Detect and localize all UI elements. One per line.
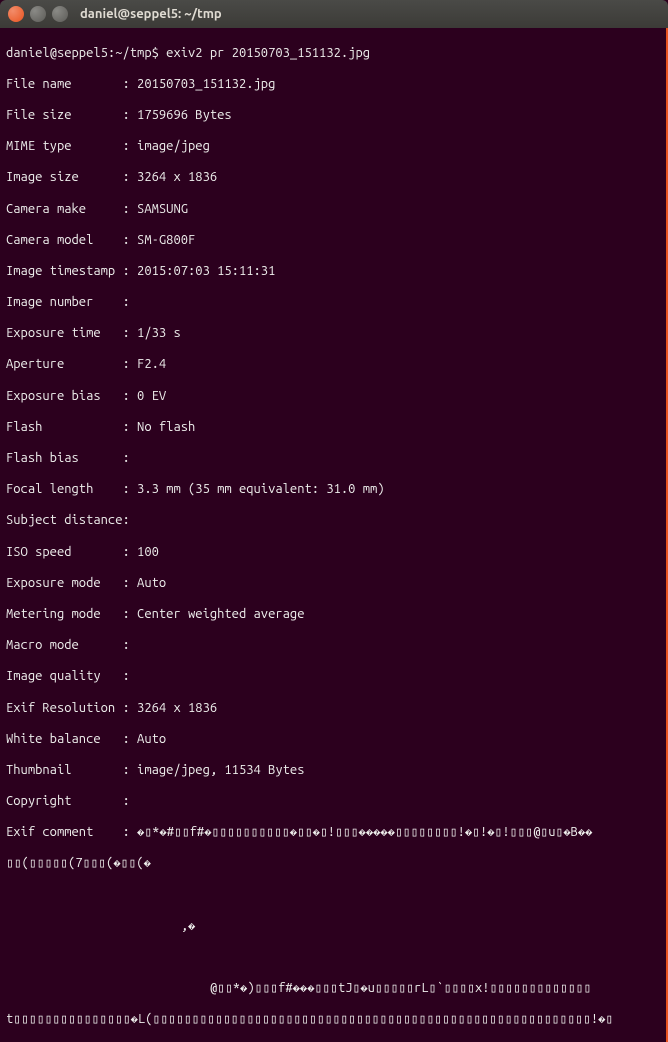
field-label: Exposure time : xyxy=(6,326,137,340)
field-label: Aperture : xyxy=(6,357,137,371)
binary-output: �▯*�#▯▯f#�▯▯▯▯▯▯▯▯▯▯�▯▯�▯!▯▯▯�����▯▯▯▯▯▯… xyxy=(137,825,592,839)
field-label: Camera model : xyxy=(6,233,137,247)
field-label: Image timestamp : xyxy=(6,264,137,278)
field-label: Exif Resolution : xyxy=(6,701,137,715)
field-value: SM-G800F xyxy=(137,233,195,247)
field-label: Image size : xyxy=(6,170,137,184)
binary-output: @▯▯*�)▯▯▯f#���▯▯▯tJ▯�u▯▯▯▯▯rL▯`▯▯▯▯x!▯▯▯… xyxy=(6,981,660,997)
binary-output: ▯▯(▯▯▯▯▯(7▯▯▯(�▯▯(� xyxy=(6,856,660,872)
field-value: Auto xyxy=(137,732,166,746)
binary-output xyxy=(6,888,660,904)
field-value: 0 EV xyxy=(137,389,166,403)
terminal-window: daniel@seppel5: ~/tmp daniel@seppel5:~/t… xyxy=(0,0,668,1042)
field-label: File name : xyxy=(6,77,137,91)
field-label: Thumbnail : xyxy=(6,763,137,777)
field-label: Exposure mode : xyxy=(6,576,137,590)
close-icon[interactable] xyxy=(8,6,24,22)
field-value: 3264 x 1836 xyxy=(137,701,217,715)
field-label: Subject distance: xyxy=(6,513,137,527)
field-label: White balance : xyxy=(6,732,137,746)
field-label: Image number : xyxy=(6,295,137,309)
field-value: Center weighted average xyxy=(137,607,304,621)
field-value: image/jpeg, 11534 Bytes xyxy=(137,763,304,777)
field-label: ISO speed : xyxy=(6,545,137,559)
field-value: 20150703_151132.jpg xyxy=(137,77,275,91)
field-value: 100 xyxy=(137,545,159,559)
field-label: Flash : xyxy=(6,420,137,434)
field-label: Exposure bias : xyxy=(6,389,137,403)
shell-prompt: daniel@seppel5:~/tmp$ xyxy=(6,46,166,60)
window-title: daniel@seppel5: ~/tmp xyxy=(80,7,222,21)
field-label: MIME type : xyxy=(6,139,137,153)
field-value: 3.3 mm (35 mm equivalent: 31.0 mm) xyxy=(137,482,385,496)
binary-output: t▯▯▯▯▯▯▯▯▯▯▯▯▯▯▯�L(▯▯▯▯▯▯▯▯▯▯▯▯▯▯▯▯▯▯▯▯▯… xyxy=(6,1012,660,1028)
field-value: Auto xyxy=(137,576,166,590)
binary-output: ,� xyxy=(6,919,660,935)
field-value: image/jpeg xyxy=(137,139,210,153)
command-text: exiv2 pr 20150703_151132.jpg xyxy=(166,46,370,60)
titlebar[interactable]: daniel@seppel5: ~/tmp xyxy=(0,0,668,28)
field-value: No flash xyxy=(137,420,195,434)
maximize-icon[interactable] xyxy=(52,6,68,22)
binary-output xyxy=(6,950,660,966)
field-label: Exif comment : xyxy=(6,825,137,839)
window-controls xyxy=(8,6,68,22)
terminal-content[interactable]: daniel@seppel5:~/tmp$ exiv2 pr 20150703_… xyxy=(0,28,668,1042)
field-label: Focal length : xyxy=(6,482,137,496)
field-value: F2.4 xyxy=(137,357,166,371)
field-value: 1759696 Bytes xyxy=(137,108,232,122)
field-value: 1/33 s xyxy=(137,326,181,340)
field-label: Camera make : xyxy=(6,202,137,216)
field-label: File size : xyxy=(6,108,137,122)
minimize-icon[interactable] xyxy=(30,6,46,22)
field-label: Image quality : xyxy=(6,669,137,683)
field-value: SAMSUNG xyxy=(137,202,188,216)
field-label: Macro mode : xyxy=(6,638,137,652)
field-label: Copyright : xyxy=(6,794,137,808)
field-value: 3264 x 1836 xyxy=(137,170,217,184)
field-value: 2015:07:03 15:11:31 xyxy=(137,264,275,278)
field-label: Flash bias : xyxy=(6,451,137,465)
field-label: Metering mode : xyxy=(6,607,137,621)
